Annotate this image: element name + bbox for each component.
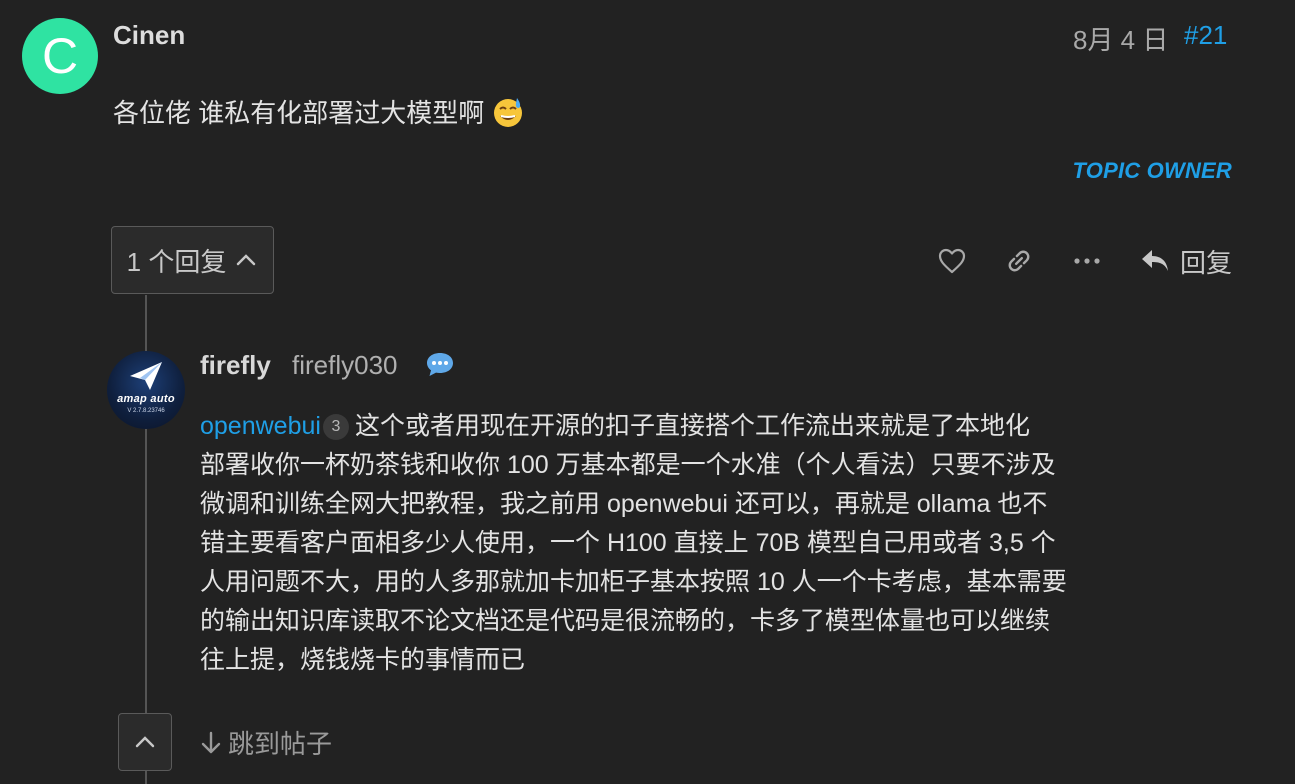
post-number-link[interactable]: #21 — [1184, 20, 1227, 51]
arrow-down-icon — [201, 731, 221, 753]
mention-count-badge: 3 — [322, 414, 349, 440]
reply-line: 人用问题不大，用的人多那就加卡加柜子基本按照 10 人一个卡考虑，基本需要 — [200, 568, 1067, 596]
chevron-up-icon — [237, 254, 256, 266]
reply-body: openwebui 3 这个或者用现在开源的扣子直接搭个工作流出来就是了本地化 部署… — [200, 407, 1100, 680]
ellipsis-icon[interactable] — [1070, 244, 1104, 278]
reply-button-label: 回复 — [1180, 247, 1233, 278]
topic-owner-badge: TOPIC OWNER — [1072, 158, 1232, 183]
paper-plane-icon — [130, 362, 162, 390]
chat-bubble-icon[interactable] — [425, 350, 455, 380]
post-author-name[interactable]: Cinen — [113, 20, 185, 51]
collapse-button[interactable] — [118, 713, 172, 771]
avatar-version-text: V 2.7.8.23746 — [127, 408, 165, 414]
jump-to-post-label: 跳到帖子 — [228, 729, 333, 759]
avatar-brand-text: amap auto — [117, 393, 175, 405]
reply-line: 的输出知识库读取不论文档还是代码是很流畅的，卡多了模型体量也可以继续 — [200, 607, 1051, 635]
post-date[interactable]: 8月 4 日 — [1073, 20, 1168, 57]
reply-arrow-icon — [1142, 250, 1168, 271]
reply-line: 部署收你一杯奶茶钱和收你 100 万基本都是一个水准（个人看法）只要不涉及 — [200, 451, 1056, 479]
sweat-smile-emoji-icon — [492, 96, 524, 128]
mention-link[interactable]: openwebui — [200, 412, 321, 440]
reply-line: 微调和训练全网大把教程，我之前用 openwebui 还可以，再就是 ollam… — [200, 490, 1048, 518]
post-body: 各位佬 谁私有化部署过大模型啊 — [113, 93, 524, 130]
reply-line: 往上提，烧钱烧卡的事情而已 — [200, 646, 526, 674]
replies-toggle-label: 1 个回复 — [126, 246, 227, 277]
reply-button[interactable]: 回复 — [1140, 240, 1232, 282]
reply-line: 错主要看客户面相多少人使用，一个 H100 直接上 70B 模型自己用或者 3,… — [200, 529, 1056, 557]
post-container: C Cinen 8月 4 日 #21 各位佬 谁私有化部署过大模型啊 TOPIC… — [0, 0, 1295, 784]
reply-author-username[interactable]: firefly030 — [292, 350, 398, 381]
reply-avatar[interactable]: amap auto V 2.7.8.23746 — [107, 351, 185, 429]
reply-author-name[interactable]: firefly — [200, 350, 271, 381]
link-icon[interactable] — [1002, 244, 1036, 278]
avatar[interactable]: C — [22, 18, 98, 94]
reply-line-text: 这个或者用现在开源的扣子直接搭个工作流出来就是了本地化 — [354, 412, 1030, 440]
post-body-text: 各位佬 谁私有化部署过大模型啊 — [113, 98, 485, 128]
chevron-up-icon — [135, 736, 155, 748]
jump-to-post-link[interactable]: 跳到帖子 — [200, 724, 332, 761]
reply-line: openwebui 3 这个或者用现在开源的扣子直接搭个工作流出来就是了本地化 — [200, 407, 1100, 446]
replies-toggle-button[interactable]: 1 个回复 — [111, 226, 274, 294]
heart-icon[interactable] — [935, 244, 969, 278]
